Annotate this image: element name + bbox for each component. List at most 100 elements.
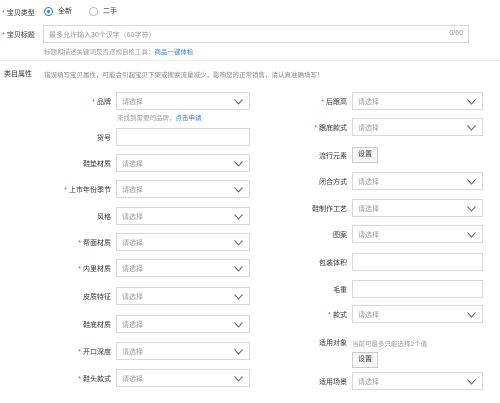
chevron-down-icon: [467, 232, 476, 238]
radio-new-label: 全新: [57, 8, 72, 15]
required-mark: *: [92, 99, 95, 106]
chevron-down-icon: [234, 266, 243, 272]
select-placeholder: 请选择: [358, 99, 379, 106]
check-tool-link[interactable]: 商品一键体检: [155, 49, 194, 56]
select-placeholder: 请选择: [358, 312, 379, 319]
item-title-hint: 标题和描述关键词是否违规自检工具：商品一键体检: [44, 49, 194, 56]
required-mark: *: [78, 376, 81, 383]
brand-apply-hint: 未找到需要的品牌，点击申请: [117, 115, 202, 122]
select-placeholder: 请选择: [122, 322, 143, 329]
left-select-8[interactable]: 请选择: [116, 315, 250, 333]
chevron-down-icon: [467, 312, 476, 318]
right-field-label-0: * 后跟高: [321, 99, 347, 106]
right-set-button-2[interactable]: 设置: [352, 147, 378, 163]
left-field-label-9: * 开口深度: [78, 349, 111, 356]
chevron-down-icon: [467, 206, 476, 212]
left-input-1[interactable]: [116, 128, 250, 146]
right-field-label-1: * 跟底款式: [314, 125, 347, 132]
chevron-down-icon: [467, 179, 476, 185]
left-select-7[interactable]: 请选择: [116, 287, 250, 305]
select-placeholder: 请选择: [358, 232, 379, 239]
brand-apply-link[interactable]: 点击申请: [176, 115, 202, 122]
item-title-label: * 宝贝标题: [2, 32, 35, 39]
category-attrs-label: 类目属性: [4, 71, 32, 78]
right-select-4[interactable]: 请选择: [352, 199, 483, 217]
select-placeholder: 请选择: [358, 125, 379, 132]
item-title-placeholder: 最多允许输入30个汉字（60字符）: [49, 32, 156, 39]
required-mark: *: [78, 240, 81, 247]
right-field-label-4: 鞋制作工艺: [312, 206, 347, 213]
right-field-label-6: 包装体积: [319, 260, 347, 267]
chevron-down-icon: [234, 187, 243, 193]
right-select-0[interactable]: 请选择: [352, 92, 483, 110]
item-title-input[interactable]: 最多允许输入30个汉字（60字符） 0/60: [43, 25, 469, 43]
left-select-5[interactable]: 请选择: [116, 233, 250, 251]
left-field-label-10: * 鞋头款式: [78, 376, 111, 383]
right-field-label-9: 适用对象: [319, 340, 347, 347]
right-set-button-9[interactable]: 设置: [352, 352, 378, 368]
radio-new[interactable]: 全新: [44, 6, 72, 16]
left-select-3[interactable]: 请选择: [116, 180, 250, 198]
chevron-down-icon: [234, 214, 243, 220]
max-selection-note: 当前可最多只能选择2个值: [352, 341, 428, 348]
left-field-label-5: * 帮面材质: [78, 240, 111, 247]
radio-used-label: 二手: [102, 8, 117, 15]
select-placeholder: 请选择: [358, 179, 379, 186]
left-select-9[interactable]: 请选择: [116, 342, 250, 360]
select-placeholder: 请选择: [122, 214, 143, 221]
left-field-label-1: 货号: [97, 135, 111, 142]
category-attrs-notice: 错误填写宝贝属性，可能会引起宝贝下架或搜索流量减少，影响您的正常销售，请认真准确…: [44, 72, 324, 79]
right-select-1[interactable]: 请选择: [352, 118, 483, 136]
right-select-8[interactable]: 请选择: [352, 305, 483, 323]
left-field-label-4: 风格: [97, 214, 111, 221]
chevron-down-icon: [234, 376, 243, 382]
select-placeholder: 请选择: [122, 99, 143, 106]
chevron-down-icon: [234, 240, 243, 246]
item-type-label: * 宝贝类型: [2, 10, 35, 17]
left-select-6[interactable]: 请选择: [116, 259, 250, 277]
right-select-10[interactable]: 请选择: [352, 372, 483, 390]
required-mark: *: [78, 349, 81, 356]
radio-used-indicator[interactable]: [89, 6, 98, 16]
chevron-down-icon: [467, 379, 476, 385]
item-title-counter: 0/60: [449, 30, 463, 37]
left-field-label-7: 皮质特征: [83, 294, 111, 301]
radio-new-indicator[interactable]: [44, 6, 53, 16]
select-placeholder: 请选择: [122, 376, 143, 383]
select-placeholder: 请选择: [122, 187, 143, 194]
right-field-label-3: 闭合方式: [319, 179, 347, 186]
required-mark: *: [64, 187, 67, 194]
right-input-7[interactable]: [352, 280, 483, 298]
select-placeholder: 请选择: [122, 266, 143, 273]
left-field-label-8: 鞋底材质: [83, 322, 111, 329]
left-select-0[interactable]: 请选择: [116, 92, 250, 110]
right-field-label-8: * 款式: [328, 312, 347, 319]
radio-used[interactable]: 二手: [89, 6, 117, 16]
chevron-down-icon: [467, 99, 476, 105]
select-placeholder: 请选择: [122, 240, 143, 247]
chevron-down-icon: [234, 99, 243, 105]
right-field-label-5: 图案: [333, 232, 347, 239]
left-select-10[interactable]: 请选择: [116, 369, 250, 387]
left-select-4[interactable]: 请选择: [116, 207, 250, 225]
select-placeholder: 请选择: [122, 349, 143, 356]
left-field-label-6: * 内里材质: [78, 266, 111, 273]
chevron-down-icon: [234, 349, 243, 355]
select-placeholder: 请选择: [122, 161, 143, 168]
left-field-label-3: * 上市年份季节: [64, 187, 111, 194]
required-mark: *: [321, 99, 324, 106]
select-placeholder: 请选择: [358, 379, 379, 386]
right-field-label-10: 适用场景: [319, 379, 347, 386]
chevron-down-icon: [234, 294, 243, 300]
right-field-label-2: 流行元素: [319, 153, 347, 160]
section-divider: [0, 60, 500, 61]
required-mark: *: [314, 125, 317, 132]
right-input-6[interactable]: [352, 253, 483, 271]
select-placeholder: 请选择: [122, 294, 143, 301]
left-select-2[interactable]: 请选择: [116, 154, 250, 172]
right-select-5[interactable]: 请选择: [352, 225, 483, 243]
chevron-down-icon: [234, 322, 243, 328]
chevron-down-icon: [234, 161, 243, 167]
right-field-label-7: 毛重: [333, 287, 347, 294]
right-select-3[interactable]: 请选择: [352, 172, 483, 190]
